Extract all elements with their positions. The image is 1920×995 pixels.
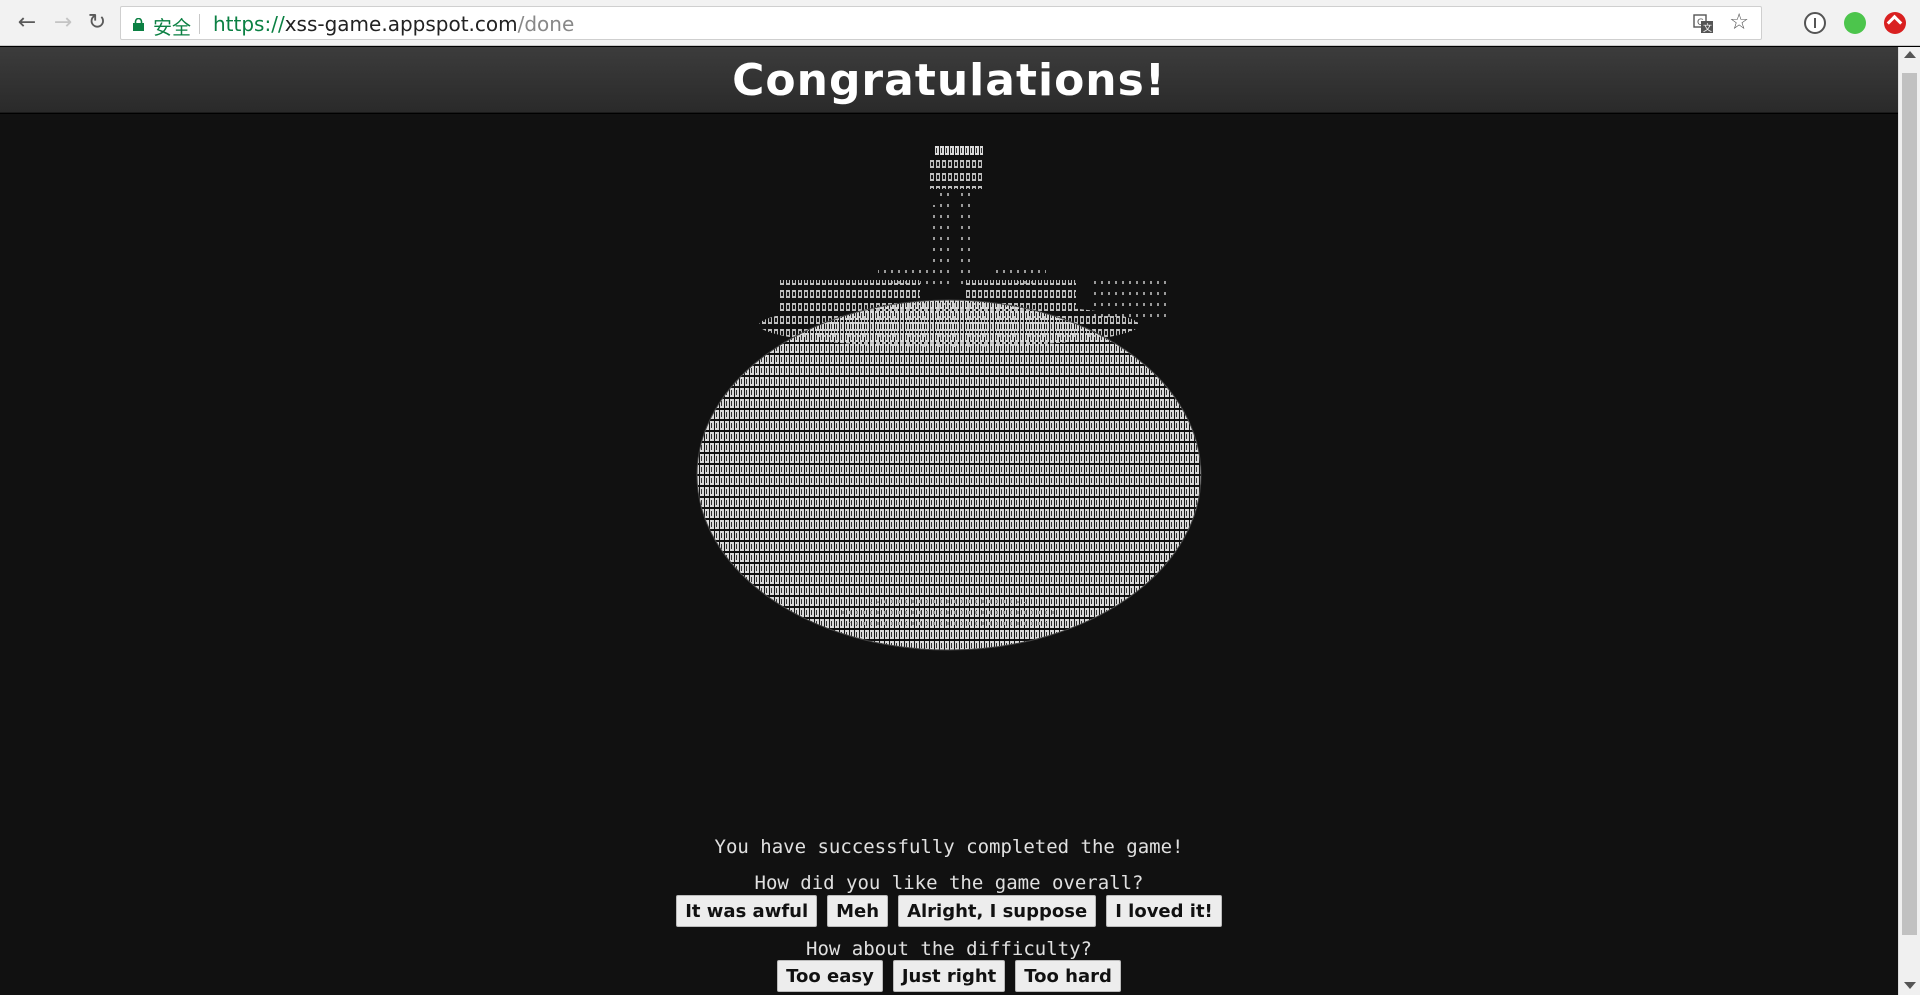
difficulty-too-hard-button[interactable]: Too hard [1015, 960, 1121, 992]
ascii-art-bomb-image [0, 145, 1898, 765]
svg-text:文: 文 [1703, 22, 1712, 34]
extension-red-icon[interactable] [1884, 12, 1906, 34]
translate-icon[interactable]: G 文 [1693, 14, 1715, 34]
reload-icon[interactable]: ↻ [84, 10, 110, 36]
page-title: Congratulations! [732, 55, 1166, 106]
page-header: Congratulations! [0, 47, 1898, 113]
scrollbar-thumb[interactable] [1902, 73, 1917, 935]
difficulty-question: How about the difficulty? [806, 938, 1092, 960]
rating-loved-button[interactable]: I loved it! [1106, 895, 1222, 927]
extension-green-icon[interactable] [1844, 12, 1866, 34]
scroll-up-arrow-icon[interactable] [1904, 51, 1916, 58]
lock-icon [133, 18, 144, 31]
address-bar[interactable]: 安全 https://xss-game.appspot.com/done G 文… [120, 6, 1762, 40]
browser-toolbar: ← → ↻ 安全 https://xss-game.appspot.com/do… [0, 0, 1920, 46]
url-scheme: https:// [213, 12, 285, 36]
back-arrow-icon[interactable]: ← [14, 10, 40, 36]
forward-arrow-icon[interactable]: → [50, 10, 76, 36]
secure-label: 安全 [153, 17, 192, 39]
vertical-scrollbar[interactable] [1898, 47, 1920, 995]
scroll-down-arrow-icon[interactable] [1904, 982, 1916, 989]
rating-alright-button[interactable]: Alright, I suppose [898, 895, 1097, 927]
rating-awful-button[interactable]: It was awful [676, 895, 818, 927]
extension-info-icon[interactable] [1804, 12, 1826, 34]
overall-question: How did you like the game overall? [754, 872, 1144, 894]
overall-rating-buttons: It was awful Meh Alright, I suppose I lo… [0, 895, 1898, 927]
url-text[interactable]: https://xss-game.appspot.com/done [213, 12, 574, 36]
completion-message: You have successfully completed the game… [714, 836, 1184, 858]
url-path: /done [517, 12, 575, 36]
difficulty-just-right-button[interactable]: Just right [892, 960, 1006, 992]
rating-meh-button[interactable]: Meh [827, 895, 889, 927]
address-divider [199, 14, 200, 34]
difficulty-too-easy-button[interactable]: Too easy [777, 960, 883, 992]
bookmark-star-icon[interactable]: ☆ [1729, 11, 1749, 35]
difficulty-buttons: Too easy Just right Too hard [0, 960, 1898, 992]
url-host: xss-game.appspot.com [284, 12, 518, 36]
